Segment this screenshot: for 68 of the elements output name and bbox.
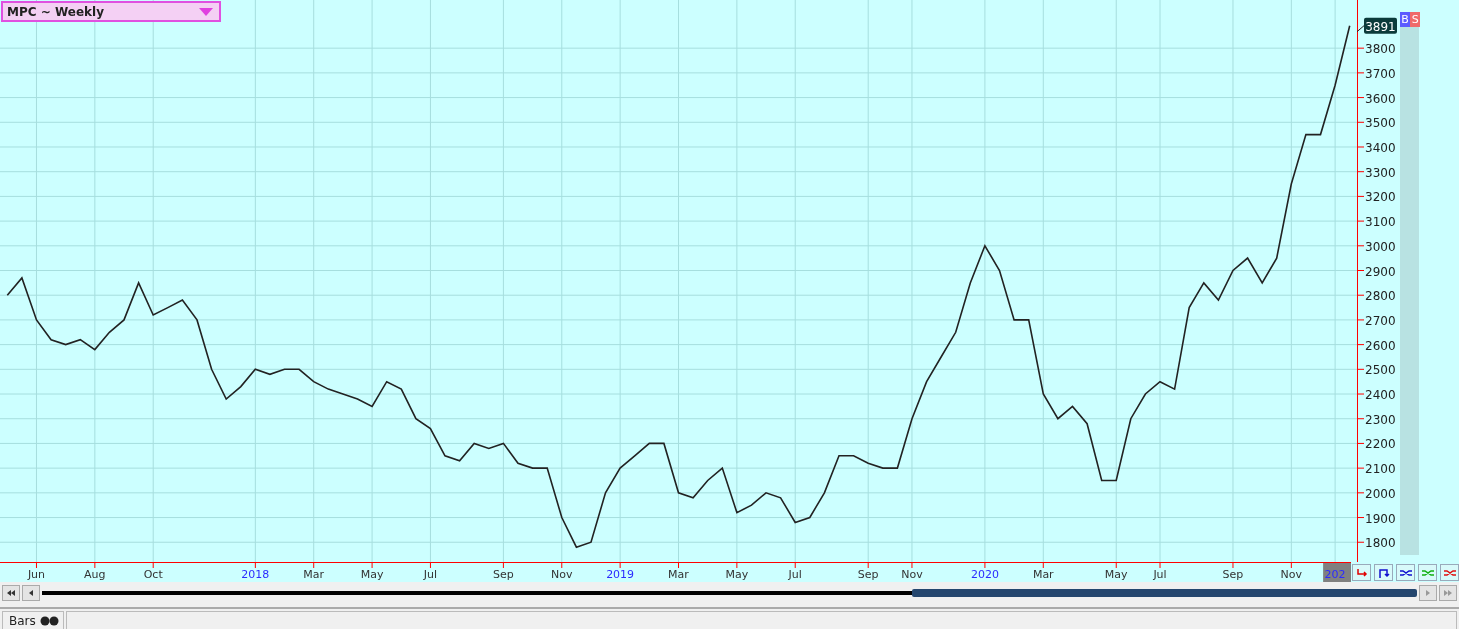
y-axis-label: 2400 <box>1365 388 1396 402</box>
x-axis-label: 2018 <box>241 568 270 581</box>
x-axis-label: Sep <box>493 568 514 581</box>
y-axis-label: 2200 <box>1365 437 1396 452</box>
y-axis-label: 2600 <box>1365 338 1396 353</box>
x-axis-label: Sep <box>857 568 879 581</box>
signal-badge[interactable]: B <box>1400 12 1411 27</box>
x-axis-label: May <box>1104 568 1128 581</box>
y-axis-label: 3000 <box>1365 239 1396 254</box>
y-axis-label: 3100 <box>1365 215 1396 230</box>
x-axis-label: Nov <box>901 568 923 581</box>
y-axis-label: 3700 <box>1365 66 1396 81</box>
toolbar-button[interactable] <box>1396 564 1415 581</box>
symbol-dropdown[interactable]: MPC ~ Weekly <box>1 1 221 22</box>
x-axis-label: Sep <box>1222 568 1244 581</box>
scroll-left-button[interactable] <box>22 585 40 601</box>
x-axis-label: Jul <box>788 568 802 581</box>
dropdown-caret-icon <box>199 7 213 16</box>
toolbar-button[interactable] <box>1374 564 1393 581</box>
x-axis-label: Mar <box>303 568 325 581</box>
x-axis-label: May <box>360 568 384 581</box>
y-axis-label: 2800 <box>1365 289 1396 304</box>
y-axis-label: 2900 <box>1365 264 1396 279</box>
scroll-start-button[interactable] <box>2 585 20 601</box>
x-axis-label: Jun <box>27 568 46 581</box>
crossed-lines-icon <box>1443 568 1456 577</box>
x-axis-label: Oct <box>143 568 163 581</box>
y-axis-label: 3200 <box>1365 190 1396 205</box>
double-left-triangle-icon <box>7 590 15 596</box>
crossed-lines-icon <box>1421 568 1434 577</box>
scroll-thumb[interactable] <box>912 589 1417 597</box>
toolbar-button[interactable] <box>1352 564 1371 581</box>
two-circles-icon <box>39 616 60 626</box>
crossed-lines-icon <box>1399 568 1412 577</box>
x-axis-label: Aug <box>84 568 106 581</box>
x-axis-label: Nov <box>551 568 573 581</box>
x-axis-label: 2020 <box>970 568 999 581</box>
bars-tab[interactable]: Bars <box>2 611 64 629</box>
date-cursor-label: 202 <box>1323 563 1351 582</box>
y-axis-label: 2300 <box>1365 412 1396 427</box>
y-axis-label: 1800 <box>1365 536 1396 551</box>
y-axis-label: 3500 <box>1365 116 1396 131</box>
x-axis-label: Jul <box>423 568 438 581</box>
price-tag: 3891 <box>1364 17 1397 34</box>
leader-line <box>1356 25 1365 33</box>
y-axis-label: 2100 <box>1365 462 1396 477</box>
toolbar-button[interactable] <box>1440 564 1459 581</box>
y-axis-label: 3400 <box>1365 141 1396 155</box>
y-axis-label: 1900 <box>1365 511 1396 526</box>
x-tick-label: 202 <box>1324 568 1346 581</box>
turn-arrow-icon <box>1355 567 1368 578</box>
y-axis-label: 3600 <box>1365 91 1396 106</box>
right-triangle-icon <box>1426 590 1430 596</box>
y-axis-label: 2000 <box>1365 486 1396 501</box>
scroll-end-button[interactable] <box>1439 585 1457 601</box>
y-axis-label: 3300 <box>1365 165 1396 180</box>
left-triangle-icon <box>29 590 33 596</box>
double-right-triangle-icon <box>1444 590 1452 596</box>
x-axis-label: 2019 <box>606 568 635 581</box>
x-axis-label: May <box>725 568 749 581</box>
y-axis-label: 2500 <box>1365 363 1396 378</box>
y-axis-label: 3800 <box>1365 42 1396 57</box>
x-axis-label: Nov <box>1280 568 1303 581</box>
y-axis-label: 2700 <box>1365 313 1396 328</box>
x-axis-label: Jul <box>1153 568 1167 581</box>
bracket-arrow-icon <box>1377 567 1390 578</box>
x-axis-label: Mar <box>668 568 689 581</box>
x-axis-label: Mar <box>1032 568 1054 581</box>
